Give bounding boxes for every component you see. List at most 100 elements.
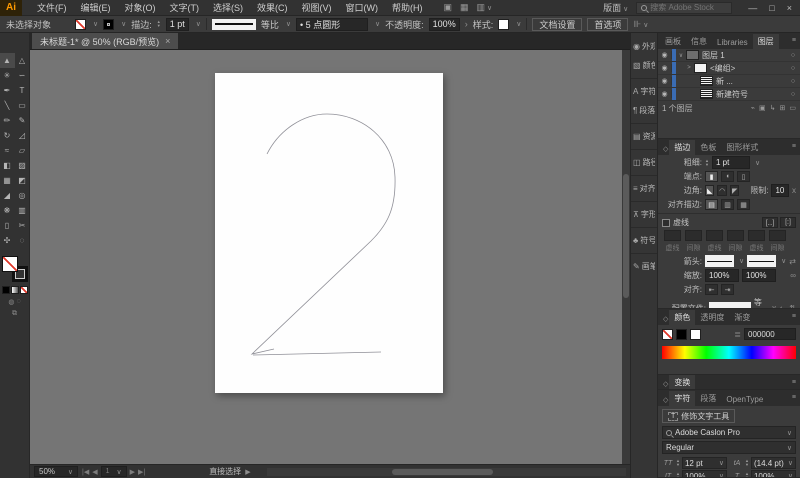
style-dropdown-icon[interactable]: ∨ — [516, 20, 521, 28]
menu-effect[interactable]: 效果(C) — [250, 1, 295, 14]
align-outside-button[interactable]: ▦ — [737, 199, 750, 210]
horizontal-scrollbar[interactable] — [266, 467, 626, 476]
target-icon[interactable]: ○ — [786, 78, 800, 85]
menu-object[interactable]: 对象(O) — [118, 1, 163, 14]
lasso-tool[interactable]: ∽ — [15, 68, 30, 83]
zoom-tool[interactable]: ◌ — [15, 233, 30, 248]
opacity-expand-icon[interactable]: › — [465, 19, 468, 29]
join-round-button[interactable]: ◠ — [717, 185, 727, 196]
align-dash-icon[interactable]: [:] — [780, 217, 796, 228]
menu-file[interactable]: 文件(F) — [30, 1, 74, 14]
minimize-button[interactable]: — — [748, 3, 757, 13]
gradient-mode-button[interactable] — [10, 286, 19, 294]
brush-definition[interactable]: • 5 点圆形 — [296, 17, 369, 31]
shape-builder-tool[interactable]: ◧ — [0, 158, 15, 173]
fill-indicator[interactable] — [1, 256, 18, 272]
target-icon[interactable]: ○ — [786, 65, 800, 72]
leading-select[interactable]: (14.4 pt) ∨ — [750, 457, 796, 469]
stock-search[interactable] — [636, 1, 733, 14]
weight-stepper[interactable]: ▲ ▼ — [705, 158, 709, 167]
dash-input[interactable] — [664, 230, 681, 241]
visibility-eye-icon[interactable]: ◉ — [658, 64, 672, 72]
gap-input[interactable] — [769, 230, 786, 241]
document-layout-icon[interactable]: ▥ ∨ — [477, 2, 493, 13]
stroke-weight-value[interactable]: 1 pt — [165, 17, 189, 31]
color-mode-button[interactable] — [1, 286, 10, 294]
target-icon[interactable]: ○ — [786, 52, 800, 59]
panel-glyphs[interactable]: ⊼ 字形 — [631, 205, 657, 224]
digit-2-baseline-path[interactable] — [252, 351, 382, 356]
touch-type-tool-button[interactable]: T 修饰文字工具 — [662, 409, 736, 423]
join-bevel-button[interactable]: ◤ — [729, 185, 740, 196]
miter-limit-value[interactable]: 10 — [771, 184, 789, 197]
layer-name[interactable]: 新建符号 — [716, 89, 786, 100]
panel-symbols[interactable]: ♣ 符号 — [631, 231, 657, 250]
arrow-start-dropdown-icon[interactable]: ∨ — [739, 257, 744, 265]
tab-swatches[interactable]: 色板 — [695, 140, 721, 155]
layer-row[interactable]: ◉ ∨ 图层 1 ○ — [658, 49, 800, 62]
fill-swatch[interactable] — [75, 18, 87, 30]
magic-wand-tool[interactable]: ✳ — [0, 68, 15, 83]
align-center-button[interactable]: ▤ — [705, 199, 718, 210]
panel-brushes[interactable]: ✎ 画笔 — [631, 257, 657, 276]
column-graph-tool[interactable]: ▥ — [15, 203, 30, 218]
tab-gradient[interactable]: 渐变 — [729, 310, 755, 325]
font-size-select[interactable]: 12 pt ∨ — [681, 457, 727, 469]
panel-collapse-icon[interactable]: ◇ — [660, 143, 669, 155]
canvas[interactable] — [30, 50, 630, 464]
hand-tool[interactable]: ✣ — [0, 233, 15, 248]
weight-dropdown-icon[interactable]: ∨ — [755, 159, 760, 167]
pencil-tool[interactable]: ✎ — [15, 113, 30, 128]
next-artboard-icon[interactable]: ▶ — [130, 468, 135, 476]
dashed-line-checkbox[interactable] — [662, 218, 670, 227]
tab-layers[interactable]: 图层 — [752, 34, 779, 49]
perspective-grid-tool[interactable]: ▨ — [15, 158, 30, 173]
layer-name[interactable]: 图层 1 — [702, 50, 786, 61]
target-icon[interactable]: ○ — [786, 91, 800, 98]
panel-align[interactable]: ≡ 对齐 — [631, 179, 657, 198]
panel-collapse-icon[interactable]: ◇ — [660, 313, 669, 325]
menu-view[interactable]: 视图(V) — [295, 1, 339, 14]
maximize-button[interactable]: □ — [769, 3, 774, 13]
gap-input[interactable] — [685, 230, 702, 241]
vertical-scrollbar-thumb[interactable] — [623, 174, 629, 299]
type-tool[interactable]: T — [15, 83, 30, 98]
none-color-swatch[interactable] — [662, 328, 673, 340]
document-setup-button[interactable]: 文档设置 — [532, 17, 583, 31]
arrow-align-end-button[interactable]: ⇥ — [721, 284, 734, 295]
layer-thumbnail[interactable] — [700, 76, 713, 86]
layer-thumbnail[interactable] — [686, 50, 699, 60]
tab-transparency[interactable]: 透明度 — [695, 310, 729, 325]
prev-artboard-icon[interactable]: ◀ — [92, 468, 97, 476]
search-input[interactable] — [650, 3, 731, 12]
status-expand-icon[interactable]: ▶ — [245, 468, 250, 476]
zoom-level-select[interactable]: 50% ∨ — [34, 466, 78, 477]
horizontal-scale-stepper[interactable]: ▲ ▼ — [745, 472, 749, 478]
workspace-switcher[interactable]: 版面 ∨ — [603, 1, 628, 14]
gradient-tool[interactable]: ◩ — [15, 173, 30, 188]
eyedropper-tool[interactable]: ◢ — [0, 188, 15, 203]
layer-name[interactable]: <编组> — [710, 63, 786, 74]
width-profile-preview[interactable] — [211, 18, 256, 30]
artboard-nav-select[interactable]: 1 ∨ — [100, 466, 127, 477]
layer-row[interactable]: ◉ > <编组> ○ — [658, 62, 800, 75]
vertical-scrollbar[interactable] — [622, 50, 630, 464]
paintbrush-tool[interactable]: ✏ — [0, 113, 15, 128]
first-artboard-icon[interactable]: |◀ — [82, 468, 89, 476]
tab-graphic-styles[interactable]: 图形样式 — [721, 140, 763, 155]
selection-tool[interactable]: ▲ — [0, 53, 15, 68]
last-artboard-icon[interactable]: ▶| — [138, 468, 145, 476]
screen-mode-icon[interactable]: ⧉ — [12, 310, 17, 318]
fill-stroke-indicator[interactable] — [1, 256, 28, 282]
panel-menu-icon[interactable]: ≡ — [792, 379, 796, 386]
tab-transform[interactable]: 变换 — [669, 375, 696, 389]
cap-round-button[interactable]: ◖ — [721, 171, 734, 182]
menu-edit[interactable]: 编辑(E) — [74, 1, 118, 14]
horizontal-scale-select[interactable]: 100% ∨ — [750, 470, 796, 477]
locate-object-icon[interactable]: ⌁ — [751, 104, 755, 112]
tab-character[interactable]: 字符 — [669, 391, 696, 406]
new-sublayer-icon[interactable]: ↳ — [770, 104, 776, 112]
brush-dropdown-icon[interactable]: ∨ — [375, 20, 380, 28]
opacity-value[interactable]: 100% — [428, 17, 460, 31]
join-miter-button[interactable]: ◣ — [705, 185, 715, 196]
